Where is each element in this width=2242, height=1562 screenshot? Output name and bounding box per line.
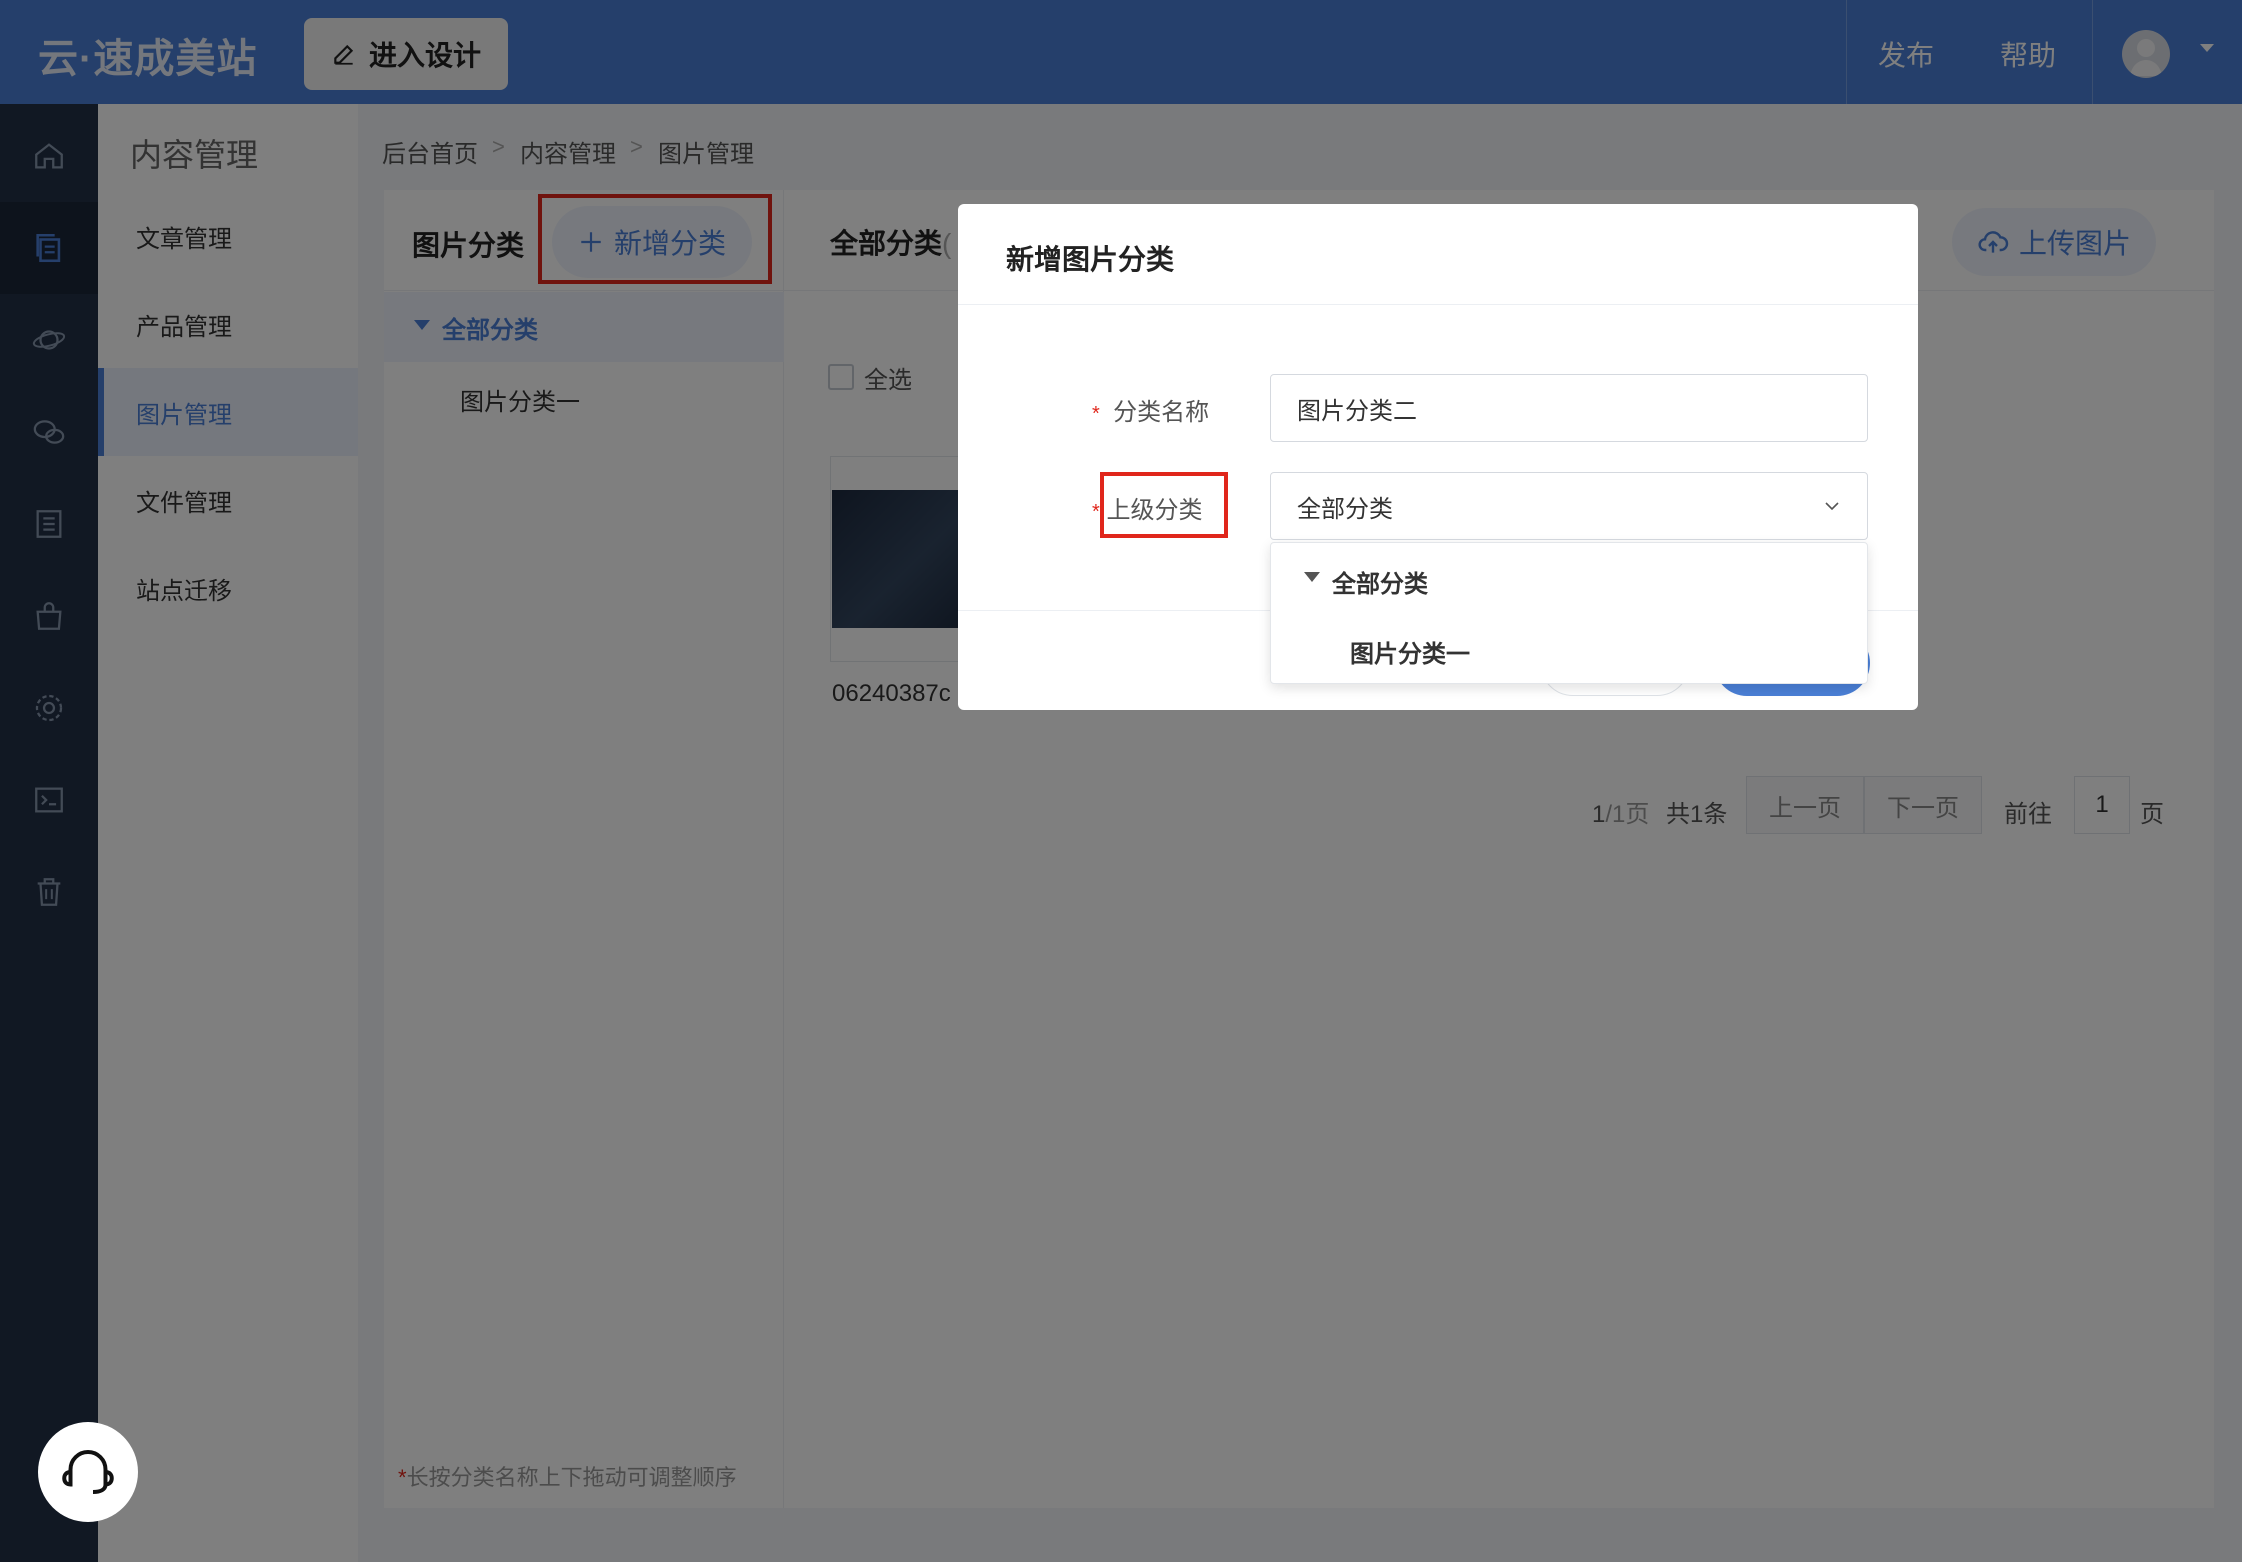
category-name-input[interactable]: 图片分类二 [1270, 374, 1868, 442]
modal-title: 新增图片分类 [1006, 244, 1175, 275]
chevron-down-icon[interactable] [1824, 498, 1840, 514]
category-name-label: * 分类名称 [1092, 392, 1209, 427]
required-mark: * [1092, 403, 1100, 425]
required-mark: * [1092, 501, 1100, 523]
caret-down-icon[interactable] [1304, 572, 1320, 582]
parent-category-select[interactable]: 全部分类 [1270, 472, 1868, 540]
dropdown-option-all[interactable]: 全部分类 [1332, 564, 1428, 599]
customer-support-button[interactable] [38, 1422, 138, 1522]
category-name-label-text: 分类名称 [1113, 399, 1210, 426]
headset-icon [62, 1450, 114, 1494]
modal-divider [958, 304, 1918, 305]
highlight-box [1100, 472, 1228, 538]
dropdown-option-sub[interactable]: 图片分类一 [1350, 634, 1470, 669]
